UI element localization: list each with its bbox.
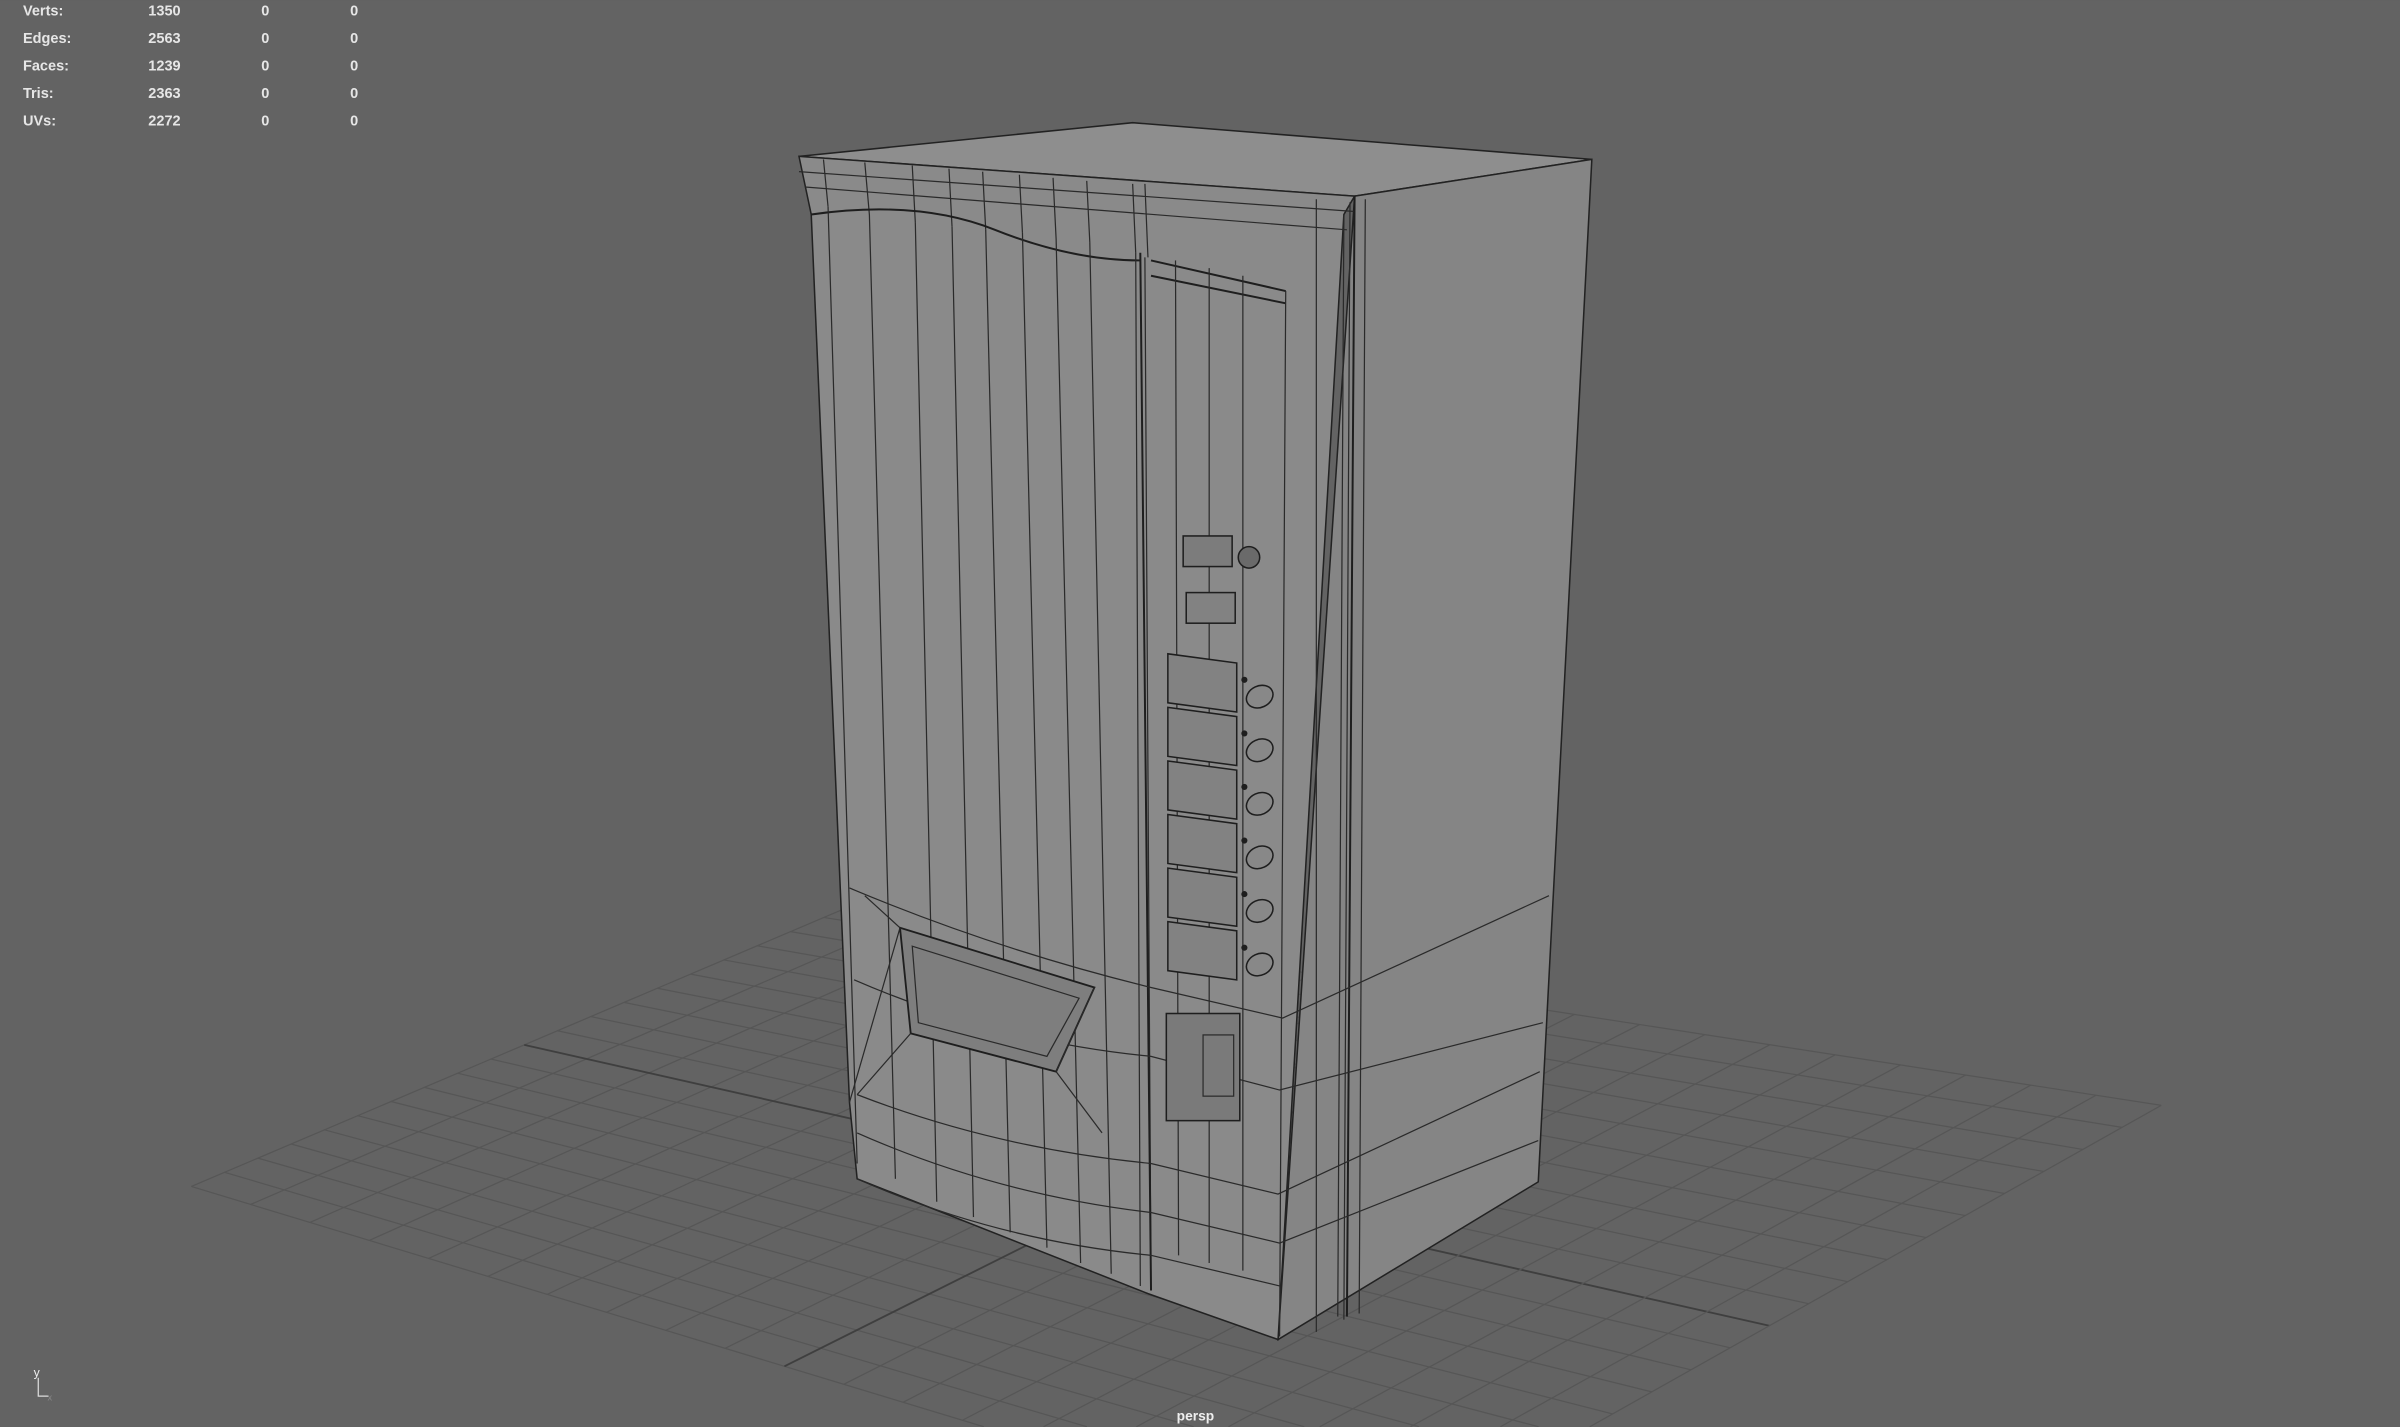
indicator-light [1241,783,1248,791]
indicator-light [1241,676,1248,683]
coin-slot-icon [1237,545,1261,569]
product-window [1167,813,1238,874]
hud-label: UVs: [23,114,56,130]
product-window [1167,706,1238,767]
hud-col3: 0 [350,59,358,75]
bill-slot [1182,535,1233,568]
hud-col2: 0 [261,86,269,102]
indicator-light [1241,730,1248,737]
hud-col3: 0 [350,4,358,20]
axis-y-label: y [34,1365,41,1379]
hud-col3: 0 [350,31,358,47]
hud-col3: 0 [350,86,358,102]
hud-value: 2272 [148,114,180,130]
hud-label: Verts: [23,4,63,20]
maya-viewport[interactable]: Verts: 1350 0 0 Edges: 2563 0 0 Faces: 1239 0 0 Tris… [0,0,2400,1427]
hud-label: Faces: [23,59,69,75]
indicator-light [1241,837,1248,844]
hud-label: Edges: [23,31,71,47]
product-window [1167,920,1238,981]
hud-value: 1350 [148,4,180,20]
hud-col2: 0 [261,114,269,130]
indicator-light [1241,891,1248,898]
hud-value: 1239 [148,59,180,75]
hud-col2: 0 [261,31,269,47]
hud-col2: 0 [261,59,269,75]
camera-label: persp [1177,1409,1215,1424]
hud-col2: 0 [261,4,269,20]
vending-machine-model[interactable] [798,121,1593,1341]
display-window [1185,591,1236,624]
indicator-light [1241,944,1248,951]
hud-label: Tris: [23,86,54,102]
axis-x-label: x [47,1393,52,1403]
hud-value: 2563 [148,31,180,47]
product-window [1167,760,1238,820]
hud-col3: 0 [350,114,358,130]
product-window [1167,867,1238,928]
product-window [1167,652,1238,713]
hud-value: 2363 [148,86,180,102]
